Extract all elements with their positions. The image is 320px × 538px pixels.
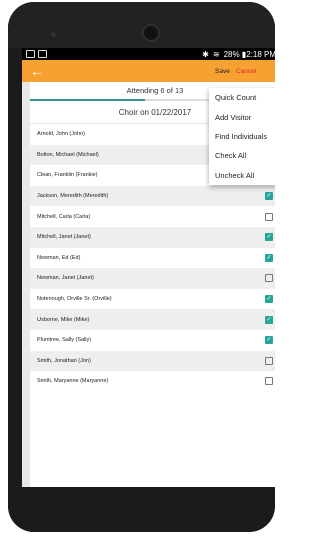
menu-item-uncheck-all[interactable]: Uncheck All: [209, 166, 275, 185]
person-name: Mitchell, Carla (Carla): [37, 213, 91, 220]
attendance-checkbox[interactable]: [265, 295, 273, 304]
person-row[interactable]: Plumtree, Sally (Sally): [30, 329, 275, 351]
phone-frame: ✱ ≋ 28% ▮2:18 PM ← Save Cancel Attending…: [8, 2, 275, 532]
phone-bottom-bezel: [8, 488, 275, 532]
person-name: Newman, Ed (Ed): [37, 254, 81, 261]
person-row[interactable]: Notenough, Orville Sr. (Orville): [30, 288, 275, 310]
status-bar: ✱ ≋ 28% ▮2:18 PM: [22, 48, 275, 60]
wifi-icon: ≋: [212, 49, 220, 59]
person-row[interactable]: Jackson, Meredith (Meredith): [30, 185, 275, 207]
person-row[interactable]: Smith, Jonathan (Jon): [30, 350, 275, 372]
person-name: Bolton, Michael (Michael): [37, 151, 99, 158]
cancel-button[interactable]: Cancel: [236, 68, 256, 75]
person-row[interactable]: Usborne, Mike (Mike): [30, 309, 275, 330]
person-name: Mitchell, Janet (Janet): [37, 234, 91, 241]
app-screen: ✱ ≋ 28% ▮2:18 PM ← Save Cancel Attending…: [22, 48, 275, 487]
app-toolbar: ← Save Cancel: [22, 60, 275, 82]
person-row[interactable]: Mitchell, Janet (Janet): [30, 226, 275, 248]
menu-item-find-individuals[interactable]: Find Individuals: [209, 127, 275, 146]
person-name: Newman, Janet (Janet): [37, 275, 94, 282]
save-button[interactable]: Save: [215, 68, 230, 75]
bluetooth-icon: ✱: [202, 49, 209, 59]
attendance-checkbox[interactable]: [265, 212, 273, 221]
menu-item-add-visitor[interactable]: Add Visitor: [209, 107, 275, 126]
phone-top-bezel: [8, 2, 275, 48]
person-name: Arnold, John (John): [37, 131, 85, 138]
menu-item-quick-count[interactable]: Quick Count: [209, 88, 275, 107]
image-icon: [38, 50, 47, 58]
attendance-checkbox[interactable]: [265, 377, 273, 386]
person-name: Clean, Franklin (Frankie): [37, 172, 98, 179]
attendance-checkbox[interactable]: [265, 192, 273, 201]
person-name: Notenough, Orville Sr. (Orville): [37, 296, 112, 303]
person-row[interactable]: Newman, Ed (Ed): [30, 247, 275, 269]
person-name: Smith, Maryanne (Maryanne): [37, 378, 109, 385]
person-name: Plumtree, Sally (Sally): [37, 337, 92, 344]
front-camera: [142, 24, 160, 42]
person-row[interactable]: Mitchell, Carla (Carla): [30, 206, 275, 227]
sd-card-icon: [26, 50, 35, 58]
person-name: Jackson, Meredith (Meredith): [37, 193, 109, 200]
attendance-checkbox[interactable]: [265, 274, 273, 283]
overflow-menu: Quick Count Add Visitor Find Individuals…: [209, 88, 275, 185]
sensor-dot: [51, 32, 56, 37]
person-row[interactable]: Newman, Janet (Janet): [30, 268, 275, 289]
attendance-count: Attending 6 of 13: [126, 86, 184, 95]
person-name: Smith, Jonathan (Jon): [37, 357, 91, 364]
attendance-checkbox[interactable]: [265, 253, 273, 262]
arrow-left-icon[interactable]: ←: [30, 63, 44, 79]
attendance-checkbox[interactable]: [265, 315, 273, 324]
person-row[interactable]: Smith, Maryanne (Maryanne): [30, 371, 275, 392]
attendance-checkbox[interactable]: [265, 356, 273, 365]
status-text: 28% ▮2:18 PM: [223, 49, 275, 59]
attendance-checkbox[interactable]: [265, 336, 273, 345]
person-name: Usborne, Mike (Mike): [37, 316, 90, 323]
menu-item-check-all[interactable]: Check All: [209, 146, 275, 165]
attendance-progress-bar: [30, 99, 145, 101]
attendance-checkbox[interactable]: [265, 233, 273, 242]
